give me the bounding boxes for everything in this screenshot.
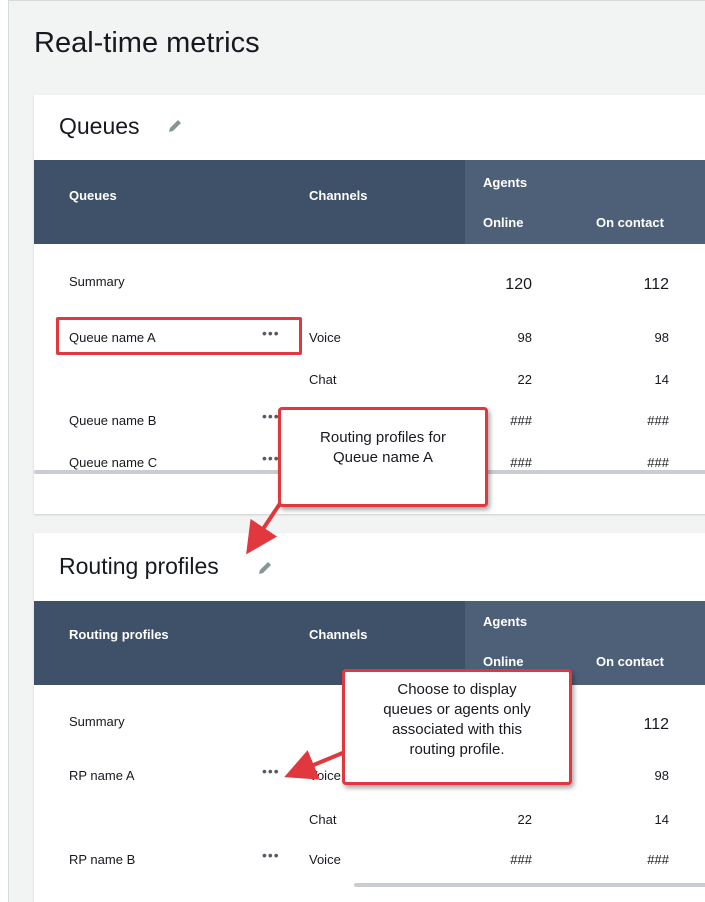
routing-profile-name[interactable]: RP name A [69,768,135,783]
pencil-icon[interactable] [256,559,274,577]
routing-profiles-panel-title: Routing profiles [59,553,219,579]
summary-label: Summary [69,274,125,289]
channel-cell: Voice [309,768,341,783]
column-header-agents: Agents [483,175,528,190]
channel-cell: Voice [309,852,341,867]
horizontal-scrollbar[interactable] [354,883,705,887]
column-header-on-contact[interactable]: On contact [596,654,664,669]
summary-on-contact: 112 [643,716,669,733]
on-contact-cell: 14 [654,372,669,387]
on-contact-cell: 98 [654,768,669,783]
routing-profile-name[interactable]: RP name B [69,852,135,867]
queues-table-header: Queues Channels Agents Online On contact [34,160,705,244]
ellipsis-icon[interactable]: ••• [262,847,280,863]
column-header-on-contact[interactable]: On contact [596,215,664,230]
agents-column-group [465,160,705,244]
highlight-box [56,317,302,355]
app-frame: Real-time metrics Queues Queues Channels… [8,0,705,902]
online-cell: ### [510,852,532,867]
pencil-icon[interactable] [166,117,184,135]
callout-routing-profiles: Routing profiles for Queue name A [278,407,488,507]
online-cell: 22 [517,372,532,387]
ellipsis-icon[interactable]: ••• [262,763,280,779]
on-contact-cell: 14 [654,812,669,827]
on-contact-cell: ### [647,852,669,867]
summary-on-contact: 112 [643,276,669,293]
callout-routing-profile-options: Choose to display queues or agents only … [342,669,572,785]
column-header-channels[interactable]: Channels [309,627,368,642]
online-cell: 98 [517,330,532,345]
on-contact-cell: ### [647,413,669,428]
channel-cell: Chat [309,372,337,387]
column-header-queues[interactable]: Queues [69,188,117,203]
queue-name[interactable]: Queue name B [69,413,156,428]
page-title: Real-time metrics [34,27,260,59]
on-contact-cell: 98 [654,330,669,345]
on-contact-cell: ### [647,455,669,470]
channel-cell: Chat [309,812,337,827]
queue-name[interactable]: Queue name C [69,455,157,470]
channel-cell: Voice [309,330,341,345]
column-header-online[interactable]: Online [483,215,523,230]
queues-panel-title: Queues [59,113,140,139]
column-header-channels[interactable]: Channels [309,188,368,203]
column-header-agents: Agents [483,614,528,629]
summary-label: Summary [69,714,125,729]
summary-online: 120 [505,276,532,293]
column-header-routing-profiles[interactable]: Routing profiles [69,627,169,642]
column-header-online[interactable]: Online [483,654,523,669]
online-cell: 22 [517,812,532,827]
